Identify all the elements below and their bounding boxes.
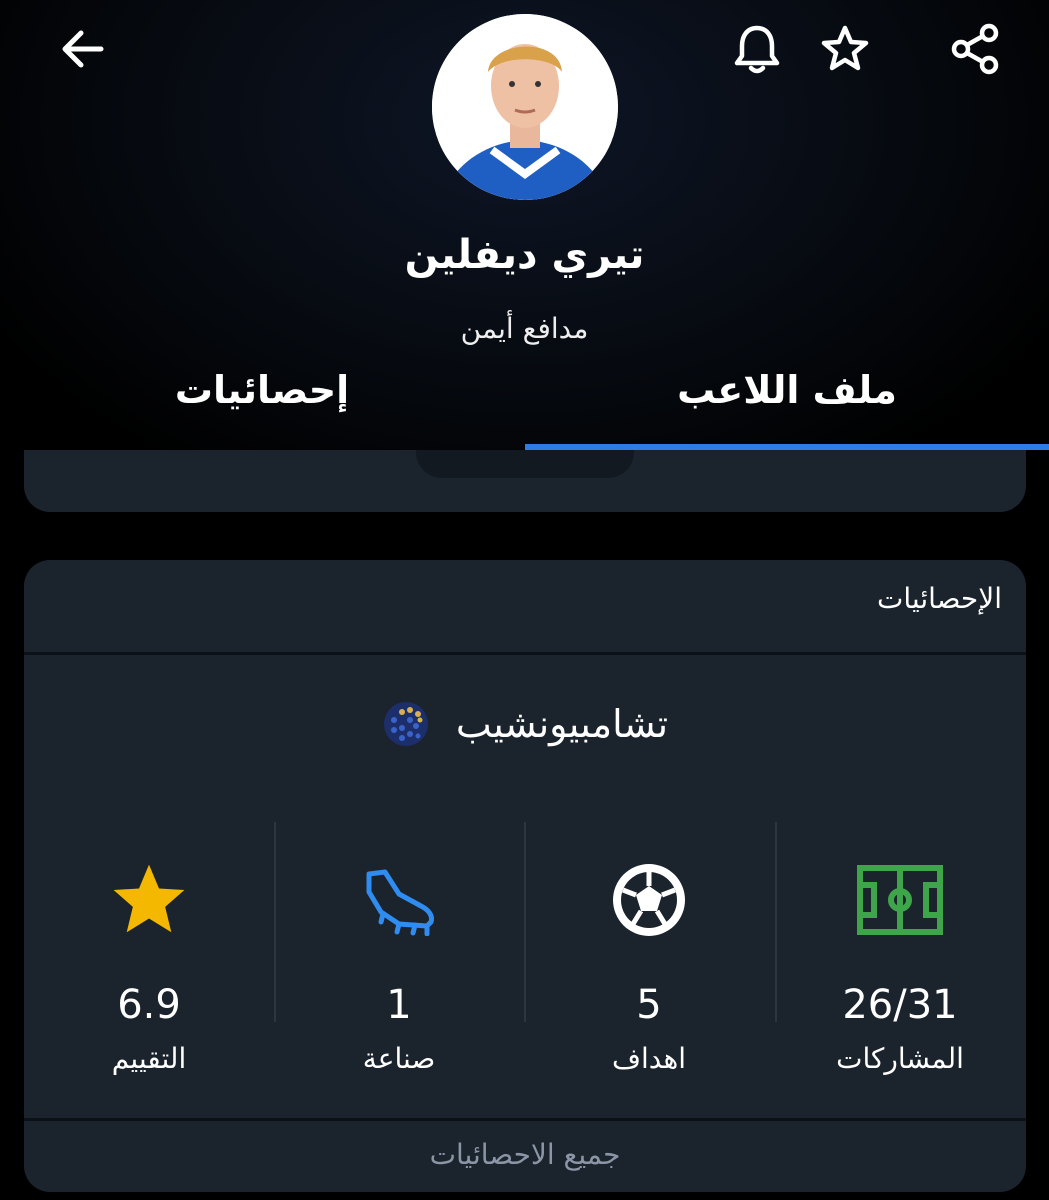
card-pill xyxy=(416,450,634,478)
star-outline-icon xyxy=(821,25,869,71)
stat-value: 26/31 xyxy=(842,982,958,1028)
previous-card xyxy=(24,450,1026,512)
divider xyxy=(24,1118,1026,1121)
statistics-card: الإحصائيات تشامبيونشيب 6.9 التقييم 1 صنا… xyxy=(24,560,1026,1192)
pitch-icon xyxy=(857,865,943,935)
player-avatar xyxy=(432,14,618,200)
stat-value: 1 xyxy=(386,982,412,1028)
stat-value: 5 xyxy=(636,982,662,1028)
stat-appearances: 26/31 المشاركات xyxy=(775,822,1025,1075)
stat-label: صناعة xyxy=(362,1042,436,1075)
back-button[interactable] xyxy=(48,14,118,84)
football-icon xyxy=(613,864,685,936)
share-icon xyxy=(951,23,999,75)
share-button[interactable] xyxy=(940,14,1010,84)
stat-value: 6.9 xyxy=(117,982,181,1028)
profile-header: تيري ديفلين مدافع أيمن ملف اللاعب إحصائي… xyxy=(0,0,1049,450)
stat-goals: 5 اهداف xyxy=(524,822,774,1075)
arrow-left-icon xyxy=(62,30,104,68)
stat-label: التقييم xyxy=(111,1042,187,1075)
tab-profile[interactable]: ملف اللاعب xyxy=(525,368,1049,428)
divider xyxy=(24,652,1026,655)
competition-row[interactable]: تشامبيونشيب xyxy=(24,700,1026,748)
competition-name: تشامبيونشيب xyxy=(455,702,669,746)
all-statistics-link[interactable]: جميع الاحصائيات xyxy=(24,1138,1026,1171)
stat-label: اهداف xyxy=(611,1042,687,1075)
bell-icon xyxy=(734,25,780,74)
boot-icon xyxy=(366,869,434,936)
statistics-title: الإحصائيات xyxy=(876,582,1002,615)
tab-statistics[interactable]: إحصائيات xyxy=(0,368,524,428)
star-icon xyxy=(113,864,185,933)
favorite-button[interactable] xyxy=(810,14,880,84)
player-name: تيري ديفلين xyxy=(404,232,645,278)
stat-label: المشاركات xyxy=(836,1042,964,1075)
stat-assists: 1 صناعة xyxy=(274,822,524,1075)
competition-logo-icon xyxy=(383,702,428,746)
notifications-button[interactable] xyxy=(722,14,792,84)
stat-rating: 6.9 التقييم xyxy=(24,822,274,1075)
player-position: مدافع أيمن xyxy=(460,312,589,345)
